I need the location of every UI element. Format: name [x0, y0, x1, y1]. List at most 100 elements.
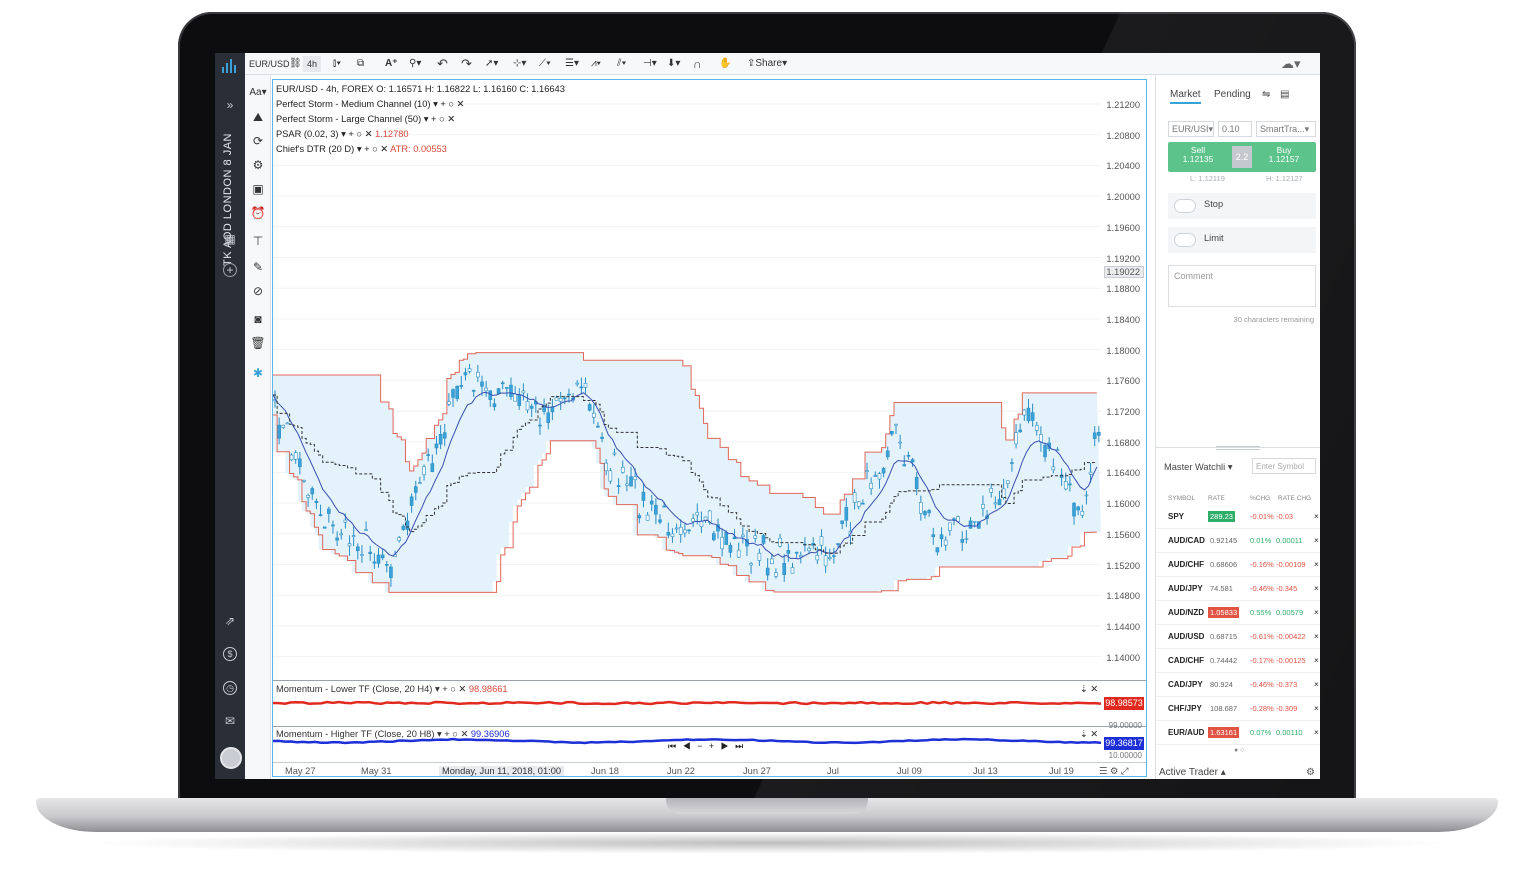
stop-toggle[interactable]	[1174, 199, 1196, 213]
dollar-icon[interactable]: $	[223, 647, 237, 661]
column-header-rate-chg[interactable]: RATE CHG	[1278, 495, 1311, 502]
bug-icon[interactable]: ✱	[250, 365, 266, 381]
trend-line-icon[interactable]: ⟋▾	[539, 56, 551, 72]
line-tool-icon[interactable]: ⊤	[250, 233, 266, 249]
tab-pending[interactable]: Pending	[1214, 89, 1251, 100]
swap-icon[interactable]: ⇋	[1262, 89, 1270, 100]
momentum-higher-pane[interactable]: Momentum - Higher TF (Close, 20 H8) ▾ + …	[273, 721, 1146, 762]
chat-icon[interactable]: ✉	[222, 713, 238, 729]
refresh-icon[interactable]: ⟳	[250, 133, 266, 149]
channel-icon[interactable]: ⫽▾	[617, 56, 626, 72]
undo-icon[interactable]: ↶	[437, 56, 448, 72]
orders-icon[interactable]: ▤	[1280, 89, 1289, 100]
watchlist-row[interactable]: AUD/CHF 0.68606 -0.16% -0.00109 ×	[1156, 553, 1320, 577]
add-icon[interactable]: +	[223, 263, 237, 277]
trash-icon[interactable]: 🗑	[250, 335, 266, 351]
share-button[interactable]: ⇪Share▾	[747, 56, 787, 72]
watchlist-row[interactable]: AUD/CAD 0.92145 0.01% 0.00011 ×	[1156, 529, 1320, 553]
eye-off-icon[interactable]: ⊘	[250, 283, 266, 299]
settings-icon[interactable]: ⚙	[250, 157, 266, 173]
remove-row-icon[interactable]: ×	[1314, 584, 1319, 593]
indicators-icon[interactable]: A⁺	[385, 56, 398, 72]
remove-row-icon[interactable]: ×	[1314, 656, 1319, 665]
tab-market[interactable]: Market	[1170, 89, 1201, 104]
watchlist-row[interactable]: CAD/JPY 80.924 -0.46% -0.373 ×	[1156, 673, 1320, 697]
momentum-lower-pane[interactable]: Momentum - Lower TF (Close, 20 H4) ▾ + ○…	[273, 680, 1146, 726]
templates-icon[interactable]: ⚲▾	[409, 56, 421, 72]
compare-icon[interactable]: ⧉	[357, 56, 364, 72]
remove-row-icon[interactable]: ×	[1314, 608, 1319, 617]
magnet-icon[interactable]: ∩	[693, 56, 702, 72]
watchlist-row[interactable]: AUD/USD 0.68715 -0.61% -0.00422 ×	[1156, 625, 1320, 649]
chart-area[interactable]: EUR/USD - 4h, FOREX O: 1.16571 H: 1.1682…	[272, 79, 1147, 777]
quantity-input[interactable]: 0.10	[1218, 121, 1252, 137]
alarm-icon[interactable]: ⏰	[250, 205, 266, 221]
bar-style-icon[interactable]: ⫾▾	[333, 56, 341, 72]
active-trader-toggle[interactable]: Active Trader ▴	[1159, 767, 1226, 778]
hand-icon[interactable]: ✋	[719, 56, 731, 72]
legend-indicator-psar[interactable]: PSAR (0.02, 3) ▾ + ○ ✕ 1.12780	[276, 127, 565, 142]
text-size-icon[interactable]: Aa▾	[248, 85, 268, 101]
comment-field[interactable]: Comment	[1168, 265, 1316, 307]
indicator-controls[interactable]: ▾ + ○ ✕	[424, 114, 455, 124]
column-header-symbol[interactable]: SYMBOL	[1168, 495, 1195, 502]
measure-icon[interactable]: ⊣▾	[643, 56, 657, 72]
chart-nav-controls[interactable]: ⏮ ◀ − + ▶ ⏭	[668, 741, 745, 752]
main-price-chart[interactable]	[273, 80, 1146, 680]
clock-icon[interactable]: ◷	[223, 681, 237, 695]
settings-gear-icon[interactable]: ⚙	[1306, 767, 1315, 778]
sell-button[interactable]: Sell 1.12135	[1168, 146, 1228, 164]
watchlist-row[interactable]: AUD/NZD 1.05833 0.55% 0.00579 ×	[1156, 601, 1320, 625]
resize-handle[interactable]	[1216, 446, 1260, 450]
watchlist-row[interactable]: CAD/CHF 0.74442 -0.17% -0.00125 ×	[1156, 649, 1320, 673]
pattern-icon[interactable]: ⩘▾	[591, 56, 601, 72]
interval-select[interactable]: 4h	[303, 56, 322, 72]
page-dots[interactable]: ● ○	[1234, 747, 1244, 754]
column-header-pct[interactable]: %CHG	[1250, 495, 1270, 502]
chart-settings-icons[interactable]: ☰ ⚙ ⤢	[1099, 766, 1128, 777]
watchlist-row[interactable]: AUD/JPY 74.581 -0.46% -0.345 ×	[1156, 577, 1320, 601]
cloud-icon[interactable]: ☁▾	[1281, 56, 1301, 72]
watchlist-select[interactable]: Master Watchli ▾	[1164, 462, 1232, 473]
symbol-field[interactable]: EUR/USD	[249, 56, 290, 72]
account-label[interactable]: TK AOD LONDON 8 JAN	[222, 133, 238, 266]
fib-icon[interactable]: ☰▾	[565, 56, 579, 72]
logo-icon[interactable]	[221, 57, 239, 77]
legend-indicator-dtr[interactable]: Chief's DTR (20 D) ▾ + ○ ✕ ATR: 0.00553	[276, 142, 565, 157]
legend-indicator-large-channel[interactable]: Perfect Storm - Large Channel (50) ▾ + ○…	[276, 112, 565, 127]
remove-row-icon[interactable]: ×	[1314, 512, 1319, 521]
area-chart-icon[interactable]: ⛰	[250, 109, 266, 125]
watchlist-row[interactable]: CHF/JPY 108.687 -0.28% -0.309 ×	[1156, 697, 1320, 721]
price-axis[interactable]: 1.21200 1.20800 1.20400 1.20000 1.19600 1.192…	[1102, 80, 1146, 680]
remove-row-icon[interactable]: ×	[1314, 536, 1319, 545]
remove-row-icon[interactable]: ×	[1314, 680, 1319, 689]
legend-indicator-medium-channel[interactable]: Perfect Storm - Medium Channel (10) ▾ + …	[276, 97, 565, 112]
download-icon[interactable]: ⬇▾	[667, 56, 680, 72]
remove-row-icon[interactable]: ×	[1314, 704, 1319, 713]
redo-icon[interactable]: ↷	[461, 56, 472, 72]
watchlist-search-input[interactable]: Enter Symbol	[1252, 458, 1316, 474]
menu-expand-icon[interactable]: »	[222, 97, 238, 113]
avatar[interactable]	[220, 747, 242, 769]
watchlist-row[interactable]: EUR/AUD 1.63161 0.07% 0.00110 ×	[1156, 721, 1320, 745]
buy-button[interactable]: Buy 1.12157	[1254, 146, 1314, 164]
order-type-select[interactable]: SmartTra...▾	[1256, 121, 1316, 137]
link-icon[interactable]: ⛓	[289, 56, 302, 72]
indicator-controls[interactable]: ▾ + ○ ✕	[357, 144, 388, 154]
grid-icon[interactable]: ▦	[222, 231, 238, 247]
trade-symbol-select[interactable]: EUR/USI▾	[1168, 121, 1214, 137]
remove-row-icon[interactable]: ×	[1314, 728, 1319, 737]
calculator-icon[interactable]: ▣	[250, 181, 266, 197]
brush-icon[interactable]: ✎	[250, 259, 266, 275]
remove-row-icon[interactable]: ×	[1314, 632, 1319, 641]
indicator-controls[interactable]: ▾ + ○ ✕	[433, 99, 464, 109]
limit-toggle[interactable]	[1174, 233, 1196, 247]
crosshair-icon[interactable]: ⊹▾	[513, 56, 526, 72]
column-header-rate[interactable]: RATE	[1208, 495, 1225, 502]
share-icon[interactable]: ⇗	[222, 613, 238, 629]
indicator-controls[interactable]: ▾ + ○ ✕	[341, 129, 372, 139]
time-axis[interactable]: May 27 May 31 Monday, Jun 11, 2018, 01:0…	[273, 762, 1146, 778]
camera-icon[interactable]: ◙	[250, 311, 266, 327]
cursor-icon[interactable]: ➚▾	[485, 56, 498, 72]
remove-row-icon[interactable]: ×	[1314, 560, 1319, 569]
